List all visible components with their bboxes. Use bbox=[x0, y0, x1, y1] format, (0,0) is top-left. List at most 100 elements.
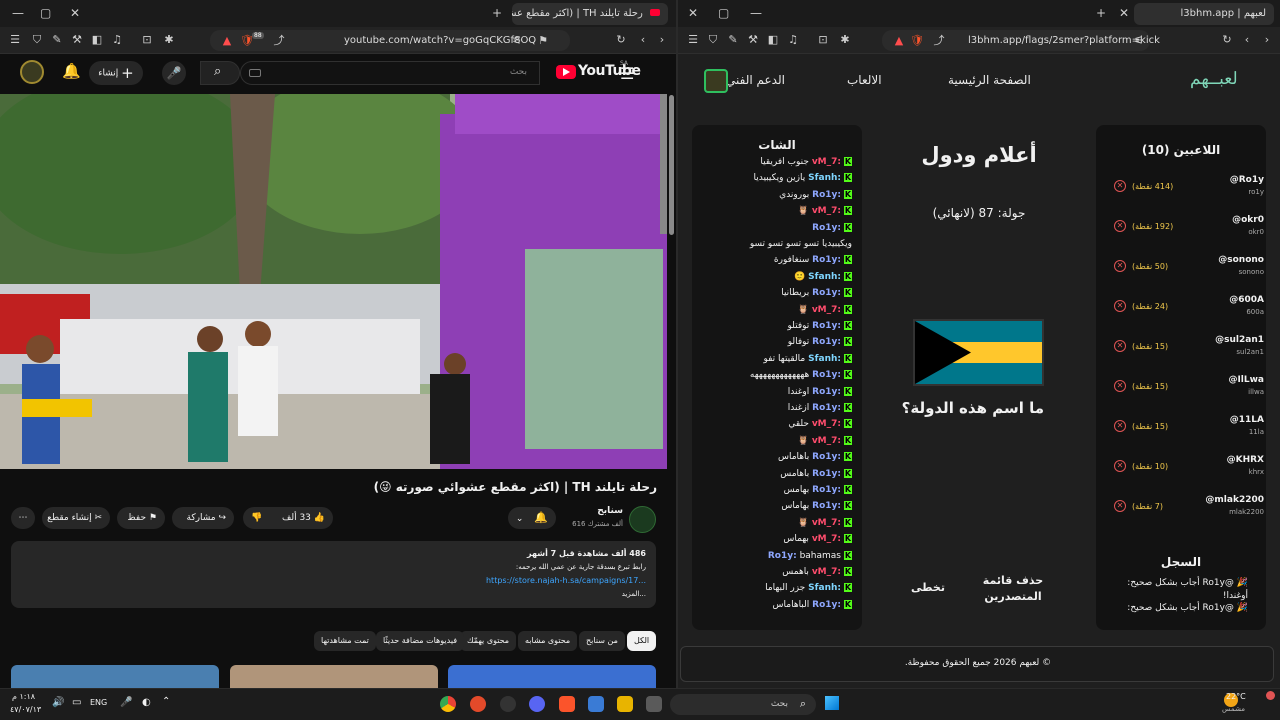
search-input[interactable]: بحث bbox=[240, 61, 540, 85]
nav-support[interactable]: الدعم الفني bbox=[726, 73, 785, 87]
chip-from-channel[interactable]: من سنابح bbox=[579, 631, 625, 651]
back-icon[interactable]: ‹ bbox=[636, 33, 650, 47]
brave-icon[interactable] bbox=[559, 696, 575, 712]
forward-icon[interactable]: › bbox=[655, 33, 669, 47]
chrome-icon[interactable] bbox=[440, 696, 456, 712]
screenshot-icon[interactable]: ⊡ bbox=[816, 33, 830, 47]
sidebar-icon[interactable]: ◧ bbox=[90, 33, 104, 47]
related-video-thumbnail[interactable] bbox=[448, 665, 656, 688]
share-button[interactable]: ↪ مشاركة bbox=[172, 507, 234, 529]
search-button[interactable]: ⌕ bbox=[200, 61, 240, 85]
user-avatar[interactable] bbox=[704, 69, 728, 93]
extensions-icon[interactable]: ✱ bbox=[162, 33, 176, 47]
right-address-bar[interactable]: ▲ 🛡 ⤴ l3bhm.app/flags/2smer?platform=kic… bbox=[882, 30, 1160, 51]
close-window-icon[interactable]: ✕ bbox=[688, 6, 698, 20]
like-button[interactable]: 👍 33 ألف bbox=[282, 507, 325, 529]
taskbar-search[interactable]: ⌕ بحث bbox=[670, 694, 816, 715]
channel-avatar[interactable] bbox=[629, 506, 656, 533]
dislike-button[interactable]: 👎 bbox=[251, 507, 262, 529]
tray-app-icon[interactable]: ◐ bbox=[142, 697, 151, 708]
more-actions-button[interactable]: ⋯ bbox=[11, 507, 35, 529]
extensions-icon[interactable]: ✱ bbox=[838, 33, 852, 47]
chip-all[interactable]: الكل bbox=[627, 631, 657, 651]
site-logo[interactable]: لعبــهم bbox=[1190, 69, 1238, 89]
show-more-link[interactable]: ...المزيد bbox=[622, 590, 646, 598]
new-tab-icon[interactable]: + bbox=[1096, 6, 1106, 20]
remove-player-icon[interactable]: ✕ bbox=[1114, 180, 1126, 192]
app-icon[interactable] bbox=[500, 696, 516, 712]
shield-icon[interactable]: ⛉ bbox=[706, 33, 720, 47]
reload-icon[interactable]: ↻ bbox=[1220, 33, 1234, 47]
notifications-bell-icon[interactable]: 🔔 bbox=[62, 62, 81, 80]
remove-player-icon[interactable]: ✕ bbox=[1114, 420, 1126, 432]
chip-for-you[interactable]: محتوى يهمّك bbox=[460, 631, 517, 651]
channel-name[interactable]: سنابح bbox=[560, 506, 623, 516]
scrollbar-thumb[interactable] bbox=[669, 95, 674, 235]
language-indicator[interactable]: ENG bbox=[90, 698, 107, 707]
chip-similar[interactable]: محتوى مشابه bbox=[518, 631, 578, 651]
clock-date[interactable]: ٤٧/٠٧/١٣ bbox=[10, 705, 41, 714]
youtube-logo-icon[interactable] bbox=[556, 65, 576, 79]
task-view-icon[interactable] bbox=[646, 696, 662, 712]
remove-player-icon[interactable]: ✕ bbox=[1114, 460, 1126, 472]
description-box[interactable]: 486 ألف مشاهدة قبل 7 أشهر رابط تبرع بسدق… bbox=[11, 541, 656, 608]
nav-games[interactable]: الالعاب bbox=[847, 73, 882, 87]
menu-icon[interactable]: ☰ bbox=[686, 33, 700, 47]
create-button[interactable]: + إنشاء bbox=[89, 61, 143, 85]
avatar[interactable] bbox=[20, 60, 44, 84]
youtube-logo-text[interactable]: YouTube bbox=[578, 63, 641, 79]
keyboard-icon[interactable] bbox=[249, 69, 261, 77]
share-page-icon[interactable]: ⤴ bbox=[272, 34, 286, 48]
chip-watched[interactable]: تمت مشاهدتها bbox=[314, 631, 376, 651]
related-video-thumbnail[interactable] bbox=[230, 665, 438, 688]
network-icon[interactable]: ▭ bbox=[72, 697, 81, 708]
tray-chevron-icon[interactable]: ⌃ bbox=[162, 696, 170, 707]
edit-icon[interactable]: ✎ bbox=[726, 33, 740, 47]
remove-player-icon[interactable]: ✕ bbox=[1114, 300, 1126, 312]
microphone-icon[interactable]: 🎤 bbox=[120, 697, 132, 708]
reload-icon[interactable]: ↻ bbox=[614, 33, 628, 47]
minimize-icon[interactable]: — bbox=[750, 6, 762, 20]
clip-button[interactable]: ✂ إنشاء مقطع bbox=[42, 507, 110, 529]
chip-recently-uploaded[interactable]: فيديوهات مضافة حديثًا bbox=[376, 631, 465, 651]
menu-icon[interactable]: ☰ bbox=[8, 33, 22, 47]
brave-shield-icon[interactable]: 🛡 bbox=[910, 34, 924, 48]
maximize-icon[interactable]: ▢ bbox=[40, 6, 51, 20]
discord-icon[interactable] bbox=[529, 696, 545, 712]
nav-home[interactable]: الصفحة الرئيسية bbox=[948, 73, 1031, 87]
tune-icon[interactable]: ⚟ bbox=[510, 34, 524, 48]
forward-icon[interactable]: › bbox=[1260, 33, 1274, 47]
remove-player-icon[interactable]: ✕ bbox=[1114, 500, 1126, 512]
music-icon[interactable]: ♫ bbox=[786, 33, 800, 47]
description-link[interactable]: https://store.najah-h.sa/campaigns/17... bbox=[486, 576, 646, 585]
remove-player-icon[interactable]: ✕ bbox=[1114, 380, 1126, 392]
new-tab-icon[interactable]: + bbox=[492, 6, 502, 20]
maximize-icon[interactable]: ▢ bbox=[718, 6, 729, 20]
edit-icon[interactable]: ✎ bbox=[50, 33, 64, 47]
tab-l3bhm[interactable]: لعبهم | l3bhm.app bbox=[1134, 3, 1274, 25]
back-icon[interactable]: ‹ bbox=[1240, 33, 1254, 47]
remove-player-icon[interactable]: ✕ bbox=[1114, 220, 1126, 232]
voice-search-icon[interactable]: 🎤 bbox=[162, 61, 186, 85]
sidebar-icon[interactable]: ◧ bbox=[766, 33, 780, 47]
bookmark-icon[interactable]: ⚑ bbox=[536, 34, 550, 48]
shield-icon[interactable]: ⛉ bbox=[30, 33, 44, 47]
remove-player-icon[interactable]: ✕ bbox=[1114, 260, 1126, 272]
save-button[interactable]: ⚑ حفظ bbox=[117, 507, 165, 529]
file-explorer-icon[interactable] bbox=[617, 696, 633, 712]
clear-leaderboard-button[interactable]: حذف قائمة المتصدرين bbox=[978, 573, 1048, 605]
share-page-icon[interactable]: ⤴ bbox=[932, 34, 946, 48]
tab-youtube[interactable]: رحلة تايلند TH | (اكثر مقطع عش bbox=[512, 3, 668, 25]
video-player[interactable] bbox=[0, 94, 667, 469]
windows-start-icon[interactable] bbox=[825, 696, 839, 710]
tool-icon[interactable]: ⚒ bbox=[746, 33, 760, 47]
volume-icon[interactable]: 🔊 bbox=[52, 697, 64, 708]
tool-icon[interactable]: ⚒ bbox=[70, 33, 84, 47]
screenshot-icon[interactable]: ⊡ bbox=[140, 33, 154, 47]
close-window-icon[interactable]: ✕ bbox=[70, 6, 80, 20]
store-icon[interactable] bbox=[588, 696, 604, 712]
remove-player-icon[interactable]: ✕ bbox=[1114, 340, 1126, 352]
clock-time[interactable]: ١:١٨ م bbox=[12, 692, 35, 701]
close-tab-icon[interactable]: ✕ bbox=[1119, 6, 1129, 20]
music-icon[interactable]: ♫ bbox=[110, 33, 124, 47]
